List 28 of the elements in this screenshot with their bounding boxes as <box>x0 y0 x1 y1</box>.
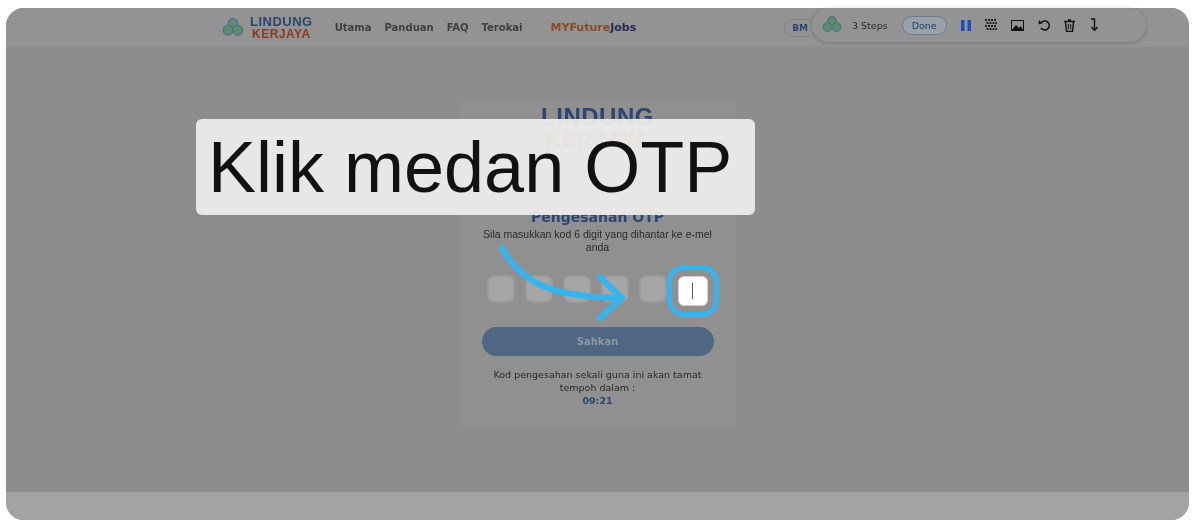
nav-link[interactable]: Terokai <box>481 22 523 33</box>
trash-icon <box>1063 18 1075 32</box>
pause-icon <box>960 19 971 31</box>
toolbar-button[interactable] <box>1063 18 1075 32</box>
blur-icon <box>984 19 997 31</box>
toolbar-button[interactable] <box>984 19 997 31</box>
nav-link[interactable]: Panduan <box>384 22 434 33</box>
step-count: 3 Steps <box>852 19 888 31</box>
instruction-text: Sila masukkan kod 6 digit yang dihantar ke e-mel anda <box>482 228 713 254</box>
toolbar-button[interactable] <box>1037 19 1050 31</box>
expiry-note: Kod pengesahan sekali guna ini akan tamat tempoh dalam : <box>492 368 703 394</box>
otp-input-field[interactable] <box>639 276 666 302</box>
done-button[interactable]: Done <box>901 15 947 35</box>
logo-text: KERJAYA <box>251 28 312 40</box>
emblem-icon <box>222 16 244 39</box>
image-icon <box>1010 19 1024 31</box>
otp-input-field[interactable] <box>487 276 514 302</box>
toolbar-button[interactable] <box>1010 19 1024 31</box>
emblem-icon <box>822 15 842 35</box>
logo-text: LINDUNG <box>250 15 313 28</box>
nav-link[interactable]: FAQ <box>446 22 469 33</box>
partner-logo: MYFutureJobs <box>550 21 637 34</box>
submit-button[interactable]: Sahkan <box>481 327 714 356</box>
undo-icon <box>1037 19 1050 31</box>
arrow-down-icon <box>1088 18 1099 32</box>
countdown-timer: 09:21 <box>582 395 613 406</box>
nav-link[interactable]: Utama <box>334 22 372 33</box>
toolbar-button[interactable] <box>1088 18 1099 32</box>
